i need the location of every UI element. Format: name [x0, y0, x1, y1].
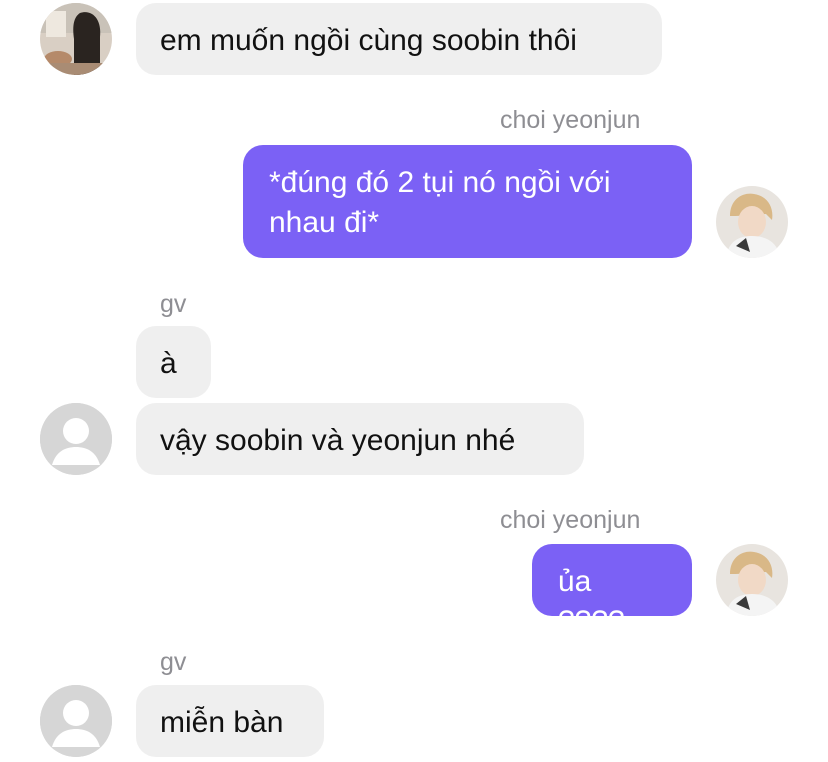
message-text: à	[160, 347, 177, 380]
message-bubble-incoming[interactable]: em muốn ngồi cùng soobin thôi	[136, 3, 662, 75]
avatar-yeonjun-photo[interactable]	[716, 186, 788, 258]
message-text-line: *đúng đó 2 tụi nó ngồi với	[269, 166, 611, 199]
message-text: vậy soobin và yeonjun nhé	[160, 424, 516, 457]
sender-name: gv	[160, 290, 187, 318]
message-text: em muốn ngồi cùng soobin thôi	[160, 24, 577, 57]
message-bubble-incoming[interactable]: à	[136, 326, 211, 398]
default-user-icon[interactable]	[40, 403, 112, 475]
sender-name: choi yeonjun	[500, 106, 641, 134]
message-bubble-incoming[interactable]: vậy soobin và yeonjun nhé	[136, 403, 584, 475]
message-bubble-outgoing[interactable]: *đúng đó 2 tụi nó ngồi với nhau đi*	[243, 145, 692, 258]
message-text: miễn bàn	[160, 706, 284, 739]
sender-name: gv	[160, 648, 187, 676]
avatar-yeonjun-photo[interactable]	[716, 544, 788, 616]
message-text: ủa ????	[558, 565, 625, 638]
avatar-girl-photo[interactable]	[40, 3, 112, 75]
sender-name: choi yeonjun	[500, 506, 641, 534]
message-text-line: nhau đi*	[269, 206, 380, 239]
default-user-icon[interactable]	[40, 685, 112, 757]
message-bubble-incoming[interactable]: miễn bàn	[136, 685, 324, 757]
message-bubble-outgoing[interactable]: ủa ????	[532, 544, 692, 638]
